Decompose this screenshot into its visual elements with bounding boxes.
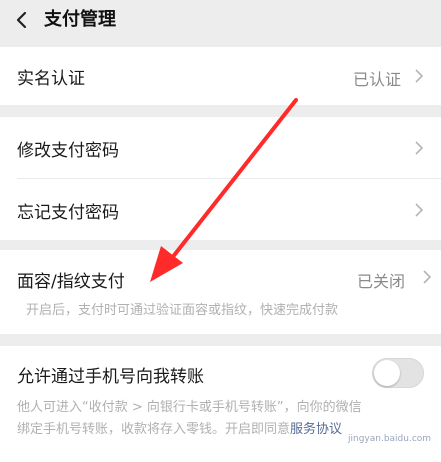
forget-password-label: 忘记支付密码	[17, 203, 119, 223]
change-password-label: 修改支付密码	[17, 141, 119, 161]
biometric-section: 面容/指纹支付 已关闭 开启后，支付时可通过验证面容或指纹，快速完成付款	[0, 250, 441, 334]
realname-status: 已认证	[352, 70, 401, 89]
biometric-row[interactable]: 面容/指纹支付 已关闭	[0, 250, 441, 302]
password-group: 修改支付密码 忘记支付密码	[0, 117, 441, 240]
header-bar: 支付管理	[0, 0, 441, 40]
biometric-description: 开启后，支付时可通过验证面容或指纹，快速完成付款	[26, 303, 339, 318]
forget-password-row[interactable]: 忘记支付密码	[0, 179, 441, 240]
realname-label: 实名认证	[17, 69, 85, 89]
realname-row[interactable]: 实名认证 已认证	[0, 47, 441, 105]
chevron-right-icon	[423, 270, 431, 284]
phone-transfer-desc-line1: 他人可进入“收付款 > 向银行卡或手机号转账”，向你的微信	[17, 400, 362, 415]
chevron-right-icon	[415, 69, 423, 83]
chevron-left-icon[interactable]	[14, 10, 30, 30]
phone-transfer-toggle[interactable]	[372, 358, 424, 388]
chevron-right-icon	[415, 141, 423, 155]
page-title: 支付管理	[44, 9, 116, 30]
phone-transfer-desc-line2: 绑定手机号转账，收款将存入零钱。开启即同意服务协议	[17, 419, 342, 441]
service-agreement-link[interactable]: 服务协议	[290, 422, 342, 437]
phone-transfer-desc-prefix: 绑定手机号转账，收款将存入零钱。开启即同意	[17, 422, 291, 437]
chevron-right-icon	[415, 203, 423, 217]
phone-transfer-label: 允许通过手机号向我转账	[17, 367, 204, 387]
biometric-status: 已关闭	[356, 272, 405, 291]
toggle-knob	[374, 360, 400, 386]
change-password-row[interactable]: 修改支付密码	[0, 117, 441, 178]
biometric-label: 面容/指纹支付	[17, 272, 125, 292]
watermark-text: jingyan.baidu.com	[348, 434, 432, 444]
